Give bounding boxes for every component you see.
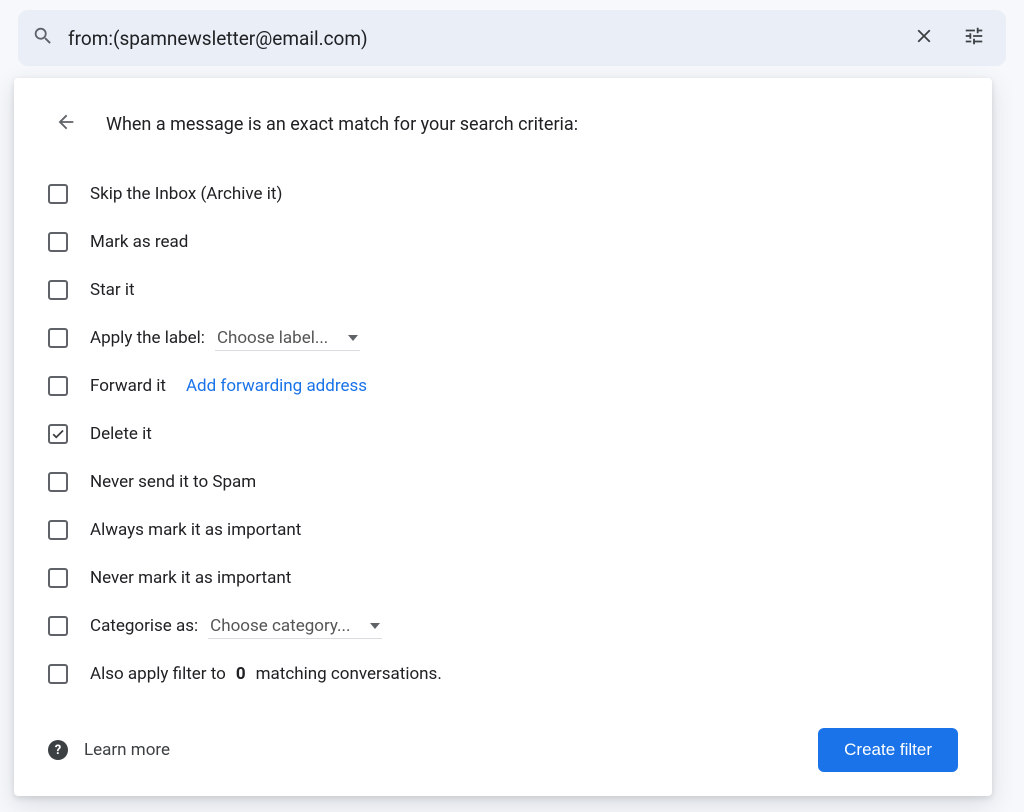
- dropdown-value: Choose category...: [210, 616, 350, 636]
- checkbox-forward[interactable]: [48, 376, 68, 396]
- checkbox-also-apply[interactable]: [48, 664, 68, 684]
- option-label: Apply the label: Choose label...: [90, 326, 360, 351]
- option-label: Always mark it as important: [90, 520, 301, 540]
- panel-title: When a message is an exact match for you…: [106, 114, 578, 135]
- checkbox-never-important[interactable]: [48, 568, 68, 588]
- also-apply-suffix: matching conversations.: [256, 664, 442, 684]
- check-icon: [51, 427, 65, 441]
- option-forward: Forward it Add forwarding address: [48, 362, 958, 410]
- search-icon: [32, 25, 54, 51]
- option-label-text: Forward it: [90, 376, 166, 396]
- create-filter-button[interactable]: Create filter: [818, 728, 958, 772]
- add-forwarding-link[interactable]: Add forwarding address: [186, 376, 367, 396]
- matching-count: 0: [236, 664, 246, 684]
- filter-options: Skip the Inbox (Archive it) Mark as read…: [48, 170, 958, 698]
- arrow-left-icon: [55, 111, 77, 137]
- option-skip-inbox: Skip the Inbox (Archive it): [48, 170, 958, 218]
- option-star: Star it: [48, 266, 958, 314]
- label-dropdown[interactable]: Choose label...: [215, 326, 360, 351]
- option-delete: Delete it: [48, 410, 958, 458]
- checkbox-skip-inbox[interactable]: [48, 184, 68, 204]
- option-label: Never mark it as important: [90, 568, 291, 588]
- option-mark-read: Mark as read: [48, 218, 958, 266]
- search-options-button[interactable]: [956, 20, 992, 56]
- option-label: Skip the Inbox (Archive it): [90, 184, 282, 204]
- tune-icon: [963, 25, 985, 51]
- checkbox-categorise[interactable]: [48, 616, 68, 636]
- option-label: Also apply filter to 0 matching conversa…: [90, 664, 442, 684]
- option-never-important: Never mark it as important: [48, 554, 958, 602]
- chevron-down-icon: [348, 335, 358, 341]
- dropdown-value: Choose label...: [217, 328, 328, 348]
- checkbox-star[interactable]: [48, 280, 68, 300]
- panel-footer: ? Learn more Create filter: [48, 728, 958, 772]
- option-label: Forward it Add forwarding address: [90, 376, 367, 396]
- option-label: Delete it: [90, 424, 152, 444]
- option-label: Never send it to Spam: [90, 472, 256, 492]
- option-always-important: Always mark it as important: [48, 506, 958, 554]
- checkbox-never-spam[interactable]: [48, 472, 68, 492]
- chevron-down-icon: [370, 623, 380, 629]
- panel-header: When a message is an exact match for you…: [48, 106, 958, 142]
- option-also-apply: Also apply filter to 0 matching conversa…: [48, 650, 958, 698]
- back-button[interactable]: [48, 106, 84, 142]
- checkbox-mark-read[interactable]: [48, 232, 68, 252]
- option-label: Categorise as: Choose category...: [90, 614, 382, 639]
- close-icon: [913, 25, 935, 51]
- option-label-text: Categorise as:: [90, 616, 198, 636]
- checkbox-apply-label[interactable]: [48, 328, 68, 348]
- checkbox-delete[interactable]: [48, 424, 68, 444]
- search-bar: from:(spamnewsletter@email.com): [18, 10, 1006, 66]
- option-label-text: Apply the label:: [90, 328, 205, 348]
- help-icon: ?: [48, 740, 68, 760]
- learn-more-link[interactable]: ? Learn more: [48, 740, 170, 760]
- clear-search-button[interactable]: [906, 20, 942, 56]
- option-never-spam: Never send it to Spam: [48, 458, 958, 506]
- category-dropdown[interactable]: Choose category...: [208, 614, 382, 639]
- filter-panel: When a message is an exact match for you…: [14, 78, 992, 796]
- option-label: Star it: [90, 280, 135, 300]
- option-categorise: Categorise as: Choose category...: [48, 602, 958, 650]
- search-input[interactable]: from:(spamnewsletter@email.com): [68, 27, 892, 50]
- also-apply-prefix: Also apply filter to: [90, 664, 226, 684]
- checkbox-always-important[interactable]: [48, 520, 68, 540]
- option-apply-label: Apply the label: Choose label...: [48, 314, 958, 362]
- option-label: Mark as read: [90, 232, 188, 252]
- learn-more-label: Learn more: [84, 740, 170, 760]
